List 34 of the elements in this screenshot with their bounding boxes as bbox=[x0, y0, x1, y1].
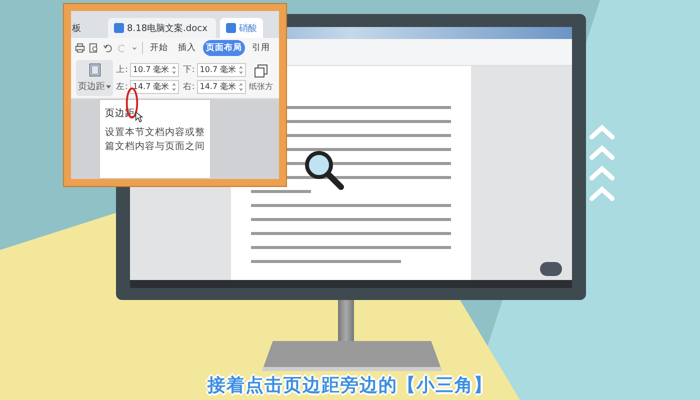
print-icon[interactable] bbox=[75, 43, 85, 53]
monitor-stand bbox=[338, 300, 354, 342]
margin-input[interactable]: 10.7 毫米 bbox=[130, 62, 179, 76]
undo-icon[interactable] bbox=[103, 43, 113, 53]
ribbon-tab[interactable]: 插入 bbox=[175, 40, 199, 56]
preview-icon[interactable] bbox=[89, 43, 99, 53]
margin-label: 上: bbox=[116, 64, 128, 76]
document-tab[interactable]: 板 bbox=[71, 18, 104, 38]
margin-label: 左: bbox=[116, 80, 128, 92]
magnifier-icon bbox=[304, 150, 344, 190]
caret-icon bbox=[106, 84, 111, 88]
pages-icon bbox=[254, 64, 268, 78]
page-icon bbox=[88, 63, 100, 77]
document-tab[interactable]: 8.18电脑文案.docx bbox=[108, 18, 216, 38]
ribbon-tab[interactable]: 引用 bbox=[249, 40, 273, 56]
subtitle-caption: 接着点击页边距旁边的【小三角】 bbox=[208, 374, 492, 397]
ribbon-tab[interactable]: 开始 bbox=[147, 40, 171, 56]
margin-label: 下: bbox=[182, 64, 195, 76]
spinner-icon bbox=[238, 82, 243, 92]
margin-label: 右: bbox=[182, 80, 195, 92]
margin-input[interactable]: 14.7 毫米 bbox=[196, 80, 246, 94]
ribbon-tab[interactable]: 页面布局 bbox=[203, 40, 245, 56]
paper-direction-button[interactable]: 纸张方 bbox=[248, 64, 273, 92]
margin-input[interactable]: 14.7 毫米 bbox=[130, 80, 179, 94]
spinner-icon bbox=[172, 64, 176, 74]
page-margin-button[interactable]: 页边距 bbox=[76, 60, 113, 96]
tooltip-text: 篇文档内容与页面之间 bbox=[105, 140, 205, 154]
spinner-icon bbox=[238, 64, 243, 74]
floating-widget-icon[interactable] bbox=[540, 262, 562, 276]
document-tab[interactable]: 硝酸 bbox=[220, 18, 263, 38]
margin-input[interactable]: 10.7 毫米 bbox=[196, 62, 246, 76]
cursor-icon bbox=[135, 111, 143, 123]
tooltip-text: 设置本节文档内容或整 bbox=[105, 126, 205, 140]
spinner-icon bbox=[172, 82, 176, 92]
